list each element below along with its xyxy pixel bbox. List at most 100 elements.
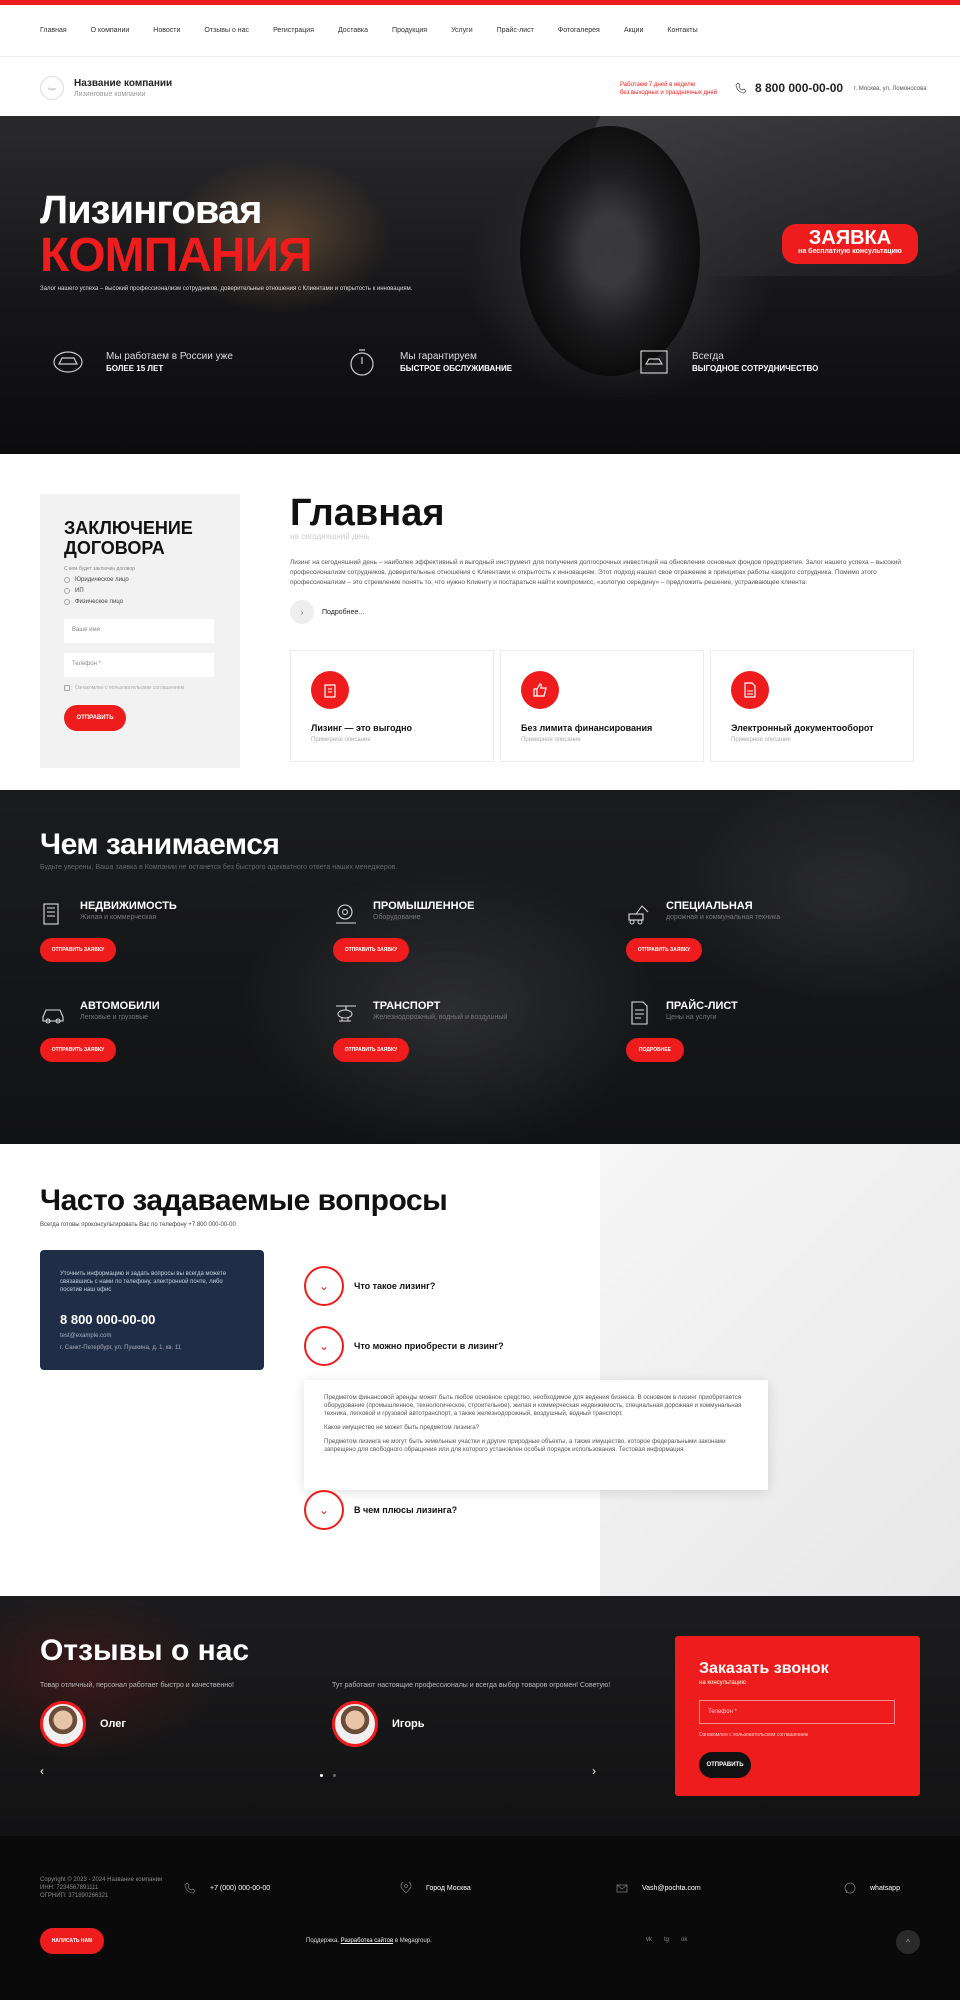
service-title: НЕДВИЖИМОСТЬ [80, 900, 177, 912]
service-request-button[interactable]: ОТПРАВИТЬ ЗАЯВКУ [333, 938, 409, 962]
footer-developer: Поддержка. Разработка сайтов в Megagroup… [306, 1938, 432, 1944]
car-badge-icon [53, 351, 83, 373]
odnoklassniki-icon[interactable]: ok [681, 1937, 687, 1943]
services-subtitle: Будьте уверены, Ваша заявка в Компании н… [40, 864, 398, 871]
callback-agree[interactable]: Ознакомлен с пользовательским соглашение… [699, 1732, 896, 1738]
ogrnip-line: ОГРНИП: 371890266321 [40, 1893, 109, 1899]
work-hours-line-1: Работаем 7 дней в неделю [620, 82, 696, 88]
header-phone[interactable]: 8 800 000-00-00 [755, 81, 843, 95]
contact-email[interactable]: test@example.com [60, 1333, 244, 1339]
faq-subtitle: Всегда готовы проконсультировать Вас по … [40, 1222, 236, 1228]
company-logo[interactable]: logo [40, 76, 64, 100]
carousel-prev-arrow[interactable]: ‹ [40, 1764, 44, 1778]
avatar [40, 1701, 86, 1747]
company-name: Название компании [74, 78, 173, 89]
chevron-right-icon: › [290, 600, 314, 624]
name-input[interactable]: Ваше имя [64, 619, 214, 643]
nav-registration[interactable]: Регистрация [273, 27, 314, 34]
carousel-next-arrow[interactable]: › [592, 1764, 596, 1778]
feature-line-2: БЫСТРОЕ ОБСЛУЖИВАНИЕ [400, 364, 513, 373]
nav-contacts[interactable]: Контакты [667, 27, 697, 34]
carousel-dot[interactable] [320, 1774, 323, 1777]
footer-email[interactable]: Vash@pochta.com [616, 1882, 701, 1894]
advantage-card: Лизинг — это выгодно Примерное описание [290, 650, 494, 762]
nav-about[interactable]: О компании [91, 27, 130, 34]
advantage-sub: Примерное описание [311, 737, 371, 743]
social-links: vk tg ok [646, 1937, 687, 1943]
phone-input[interactable]: Телефон * [64, 653, 214, 677]
hero-feature-years: Мы работаем в России уже БОЛЕЕ 15 ЛЕТ [52, 346, 233, 378]
nav-home[interactable]: Главная [40, 27, 67, 34]
service-real-estate: НЕДВИЖИМОСТЬ Жилая и коммерческая ОТПРАВИ… [40, 900, 300, 970]
dev-link[interactable]: Разработка сайтов [341, 1938, 394, 1944]
building-icon [43, 903, 59, 925]
service-request-button[interactable]: ОТПРАВИТЬ ЗАЯВКУ [40, 938, 116, 962]
mail-icon [616, 1884, 628, 1893]
faq-answer-p1: Предметом финансовой аренды может быть л… [324, 1394, 742, 1417]
faq-background-illustration [600, 1144, 960, 1596]
faq-section: Часто задаваемые вопросы Всегда готовы п… [0, 1144, 960, 1596]
nav-services[interactable]: Услуги [451, 27, 473, 34]
callback-phone-input[interactable]: Телефон * [699, 1700, 895, 1724]
service-request-button[interactable]: ОТПРАВИТЬ ЗАЯВКУ [626, 938, 702, 962]
nav-gallery[interactable]: Фотогалерея [558, 27, 600, 34]
service-title: ТРАНСПОРТ [373, 1000, 441, 1012]
main-section: ЗАКЛЮЧЕНИЕ ДОГОВОРА С кем будет заключен… [0, 454, 960, 790]
faq-question[interactable]: ⌄ В чем плюсы лизинга? [304, 1490, 457, 1530]
radio-legal-entity[interactable]: Юридическое лицо [64, 577, 216, 583]
service-more-button[interactable]: ПОДРОБНЕЕ [626, 1038, 684, 1062]
radio-individual[interactable]: Физическое лицо [64, 599, 216, 605]
dev-text-1: Поддержка. [306, 1938, 339, 1944]
nav-news[interactable]: Новости [153, 27, 180, 34]
footer-phone[interactable]: +7 (000) 000-00-00 [184, 1882, 270, 1894]
review-text: Тут работают настоящие профессионалы и в… [332, 1682, 611, 1689]
scroll-up-button[interactable]: ^ [896, 1930, 920, 1954]
reviewer-name: Игорь [392, 1718, 425, 1730]
nav-pricelist[interactable]: Прайс-лист [497, 27, 534, 34]
radio-ip[interactable]: ИП [64, 588, 216, 594]
document-car-icon [640, 350, 668, 374]
hero-car-wheel [520, 126, 700, 376]
nav-delivery[interactable]: Доставка [338, 27, 368, 34]
contract-form-title: ЗАКЛЮЧЕНИЕ ДОГОВОРА [64, 518, 193, 558]
service-transport: ТРАНСПОРТ Железнодорожный, водный и возду… [333, 1000, 593, 1070]
service-title: АВТОМОБИЛИ [80, 1000, 160, 1012]
price-list-icon [631, 1001, 648, 1025]
callback-subtitle: на консультацию [699, 1680, 746, 1686]
service-request-button[interactable]: ОТПРАВИТЬ ЗАЯВКУ [40, 1038, 116, 1062]
service-request-button[interactable]: ОТПРАВИТЬ ЗАЯВКУ [333, 1038, 409, 1062]
nav-products[interactable]: Продукция [392, 27, 427, 34]
footer-whatsapp[interactable]: whatsapp [844, 1882, 900, 1894]
inn-line: ИНН: 7234567891111 [40, 1885, 99, 1891]
faq-question[interactable]: ⌄ Что можно приобрести в лизинг? [304, 1326, 504, 1366]
chevron-down-icon: ⌄ [304, 1490, 344, 1530]
hero-feature-speed: Мы гарантируем БЫСТРОЕ ОБСЛУЖИВАНИЕ [346, 346, 512, 378]
callback-form: Заказать звонок на консультацию Телефон … [675, 1636, 920, 1796]
faq-question[interactable]: ⌄ Что такое лизинг? [304, 1266, 435, 1306]
write-us-button[interactable]: НАПИСАТЬ НАМ [40, 1928, 104, 1954]
carousel-dot[interactable] [333, 1774, 336, 1777]
reviews-section: Отзывы о нас Товар отличный, персонал ра… [0, 1596, 960, 1836]
consultation-request-button[interactable]: ЗАЯВКА на бесплатную консультацию [782, 224, 918, 264]
contact-phone[interactable]: 8 800 000-00-00 [60, 1312, 244, 1327]
copyright-line: Copyright © 2023 - 2024 Название компани… [40, 1877, 163, 1883]
callback-title: Заказать звонок [699, 1660, 829, 1677]
hero-feature-profit: Всегда ВЫГОДНОЕ СОТРУДНИЧЕСТВО [638, 346, 818, 378]
nav-promo[interactable]: Акции [624, 27, 644, 34]
service-title: ПРОМЫШЛЕННОЕ [373, 900, 475, 912]
callback-submit-button[interactable]: ОТПРАВИТЬ [699, 1752, 751, 1778]
telegram-icon[interactable]: tg [664, 1937, 669, 1943]
read-more-link[interactable]: › Подробнее... [290, 600, 364, 624]
agree-checkbox[interactable]: Ознакомлен с пользовательским соглашение… [64, 685, 216, 691]
contract-submit-button[interactable]: ОТПРАВИТЬ [64, 705, 126, 731]
nav-reviews[interactable]: Отзывы о нас [204, 27, 249, 34]
reviewer-name: Олег [100, 1718, 126, 1730]
advantage-title: Электронный документооборот [731, 723, 874, 733]
chevron-down-icon: ⌄ [304, 1326, 344, 1366]
excavator-icon [628, 905, 649, 925]
site-header: logo Название компании Лизинговые компан… [0, 57, 960, 119]
hero-description: Залог нашего успеха – высокий профессион… [40, 286, 413, 292]
footer-city-text: Город Москва [426, 1884, 471, 1892]
page-intro-text: Лизинг на сегодняшний день – наиболее эф… [290, 559, 901, 586]
vk-icon[interactable]: vk [646, 1937, 652, 1943]
